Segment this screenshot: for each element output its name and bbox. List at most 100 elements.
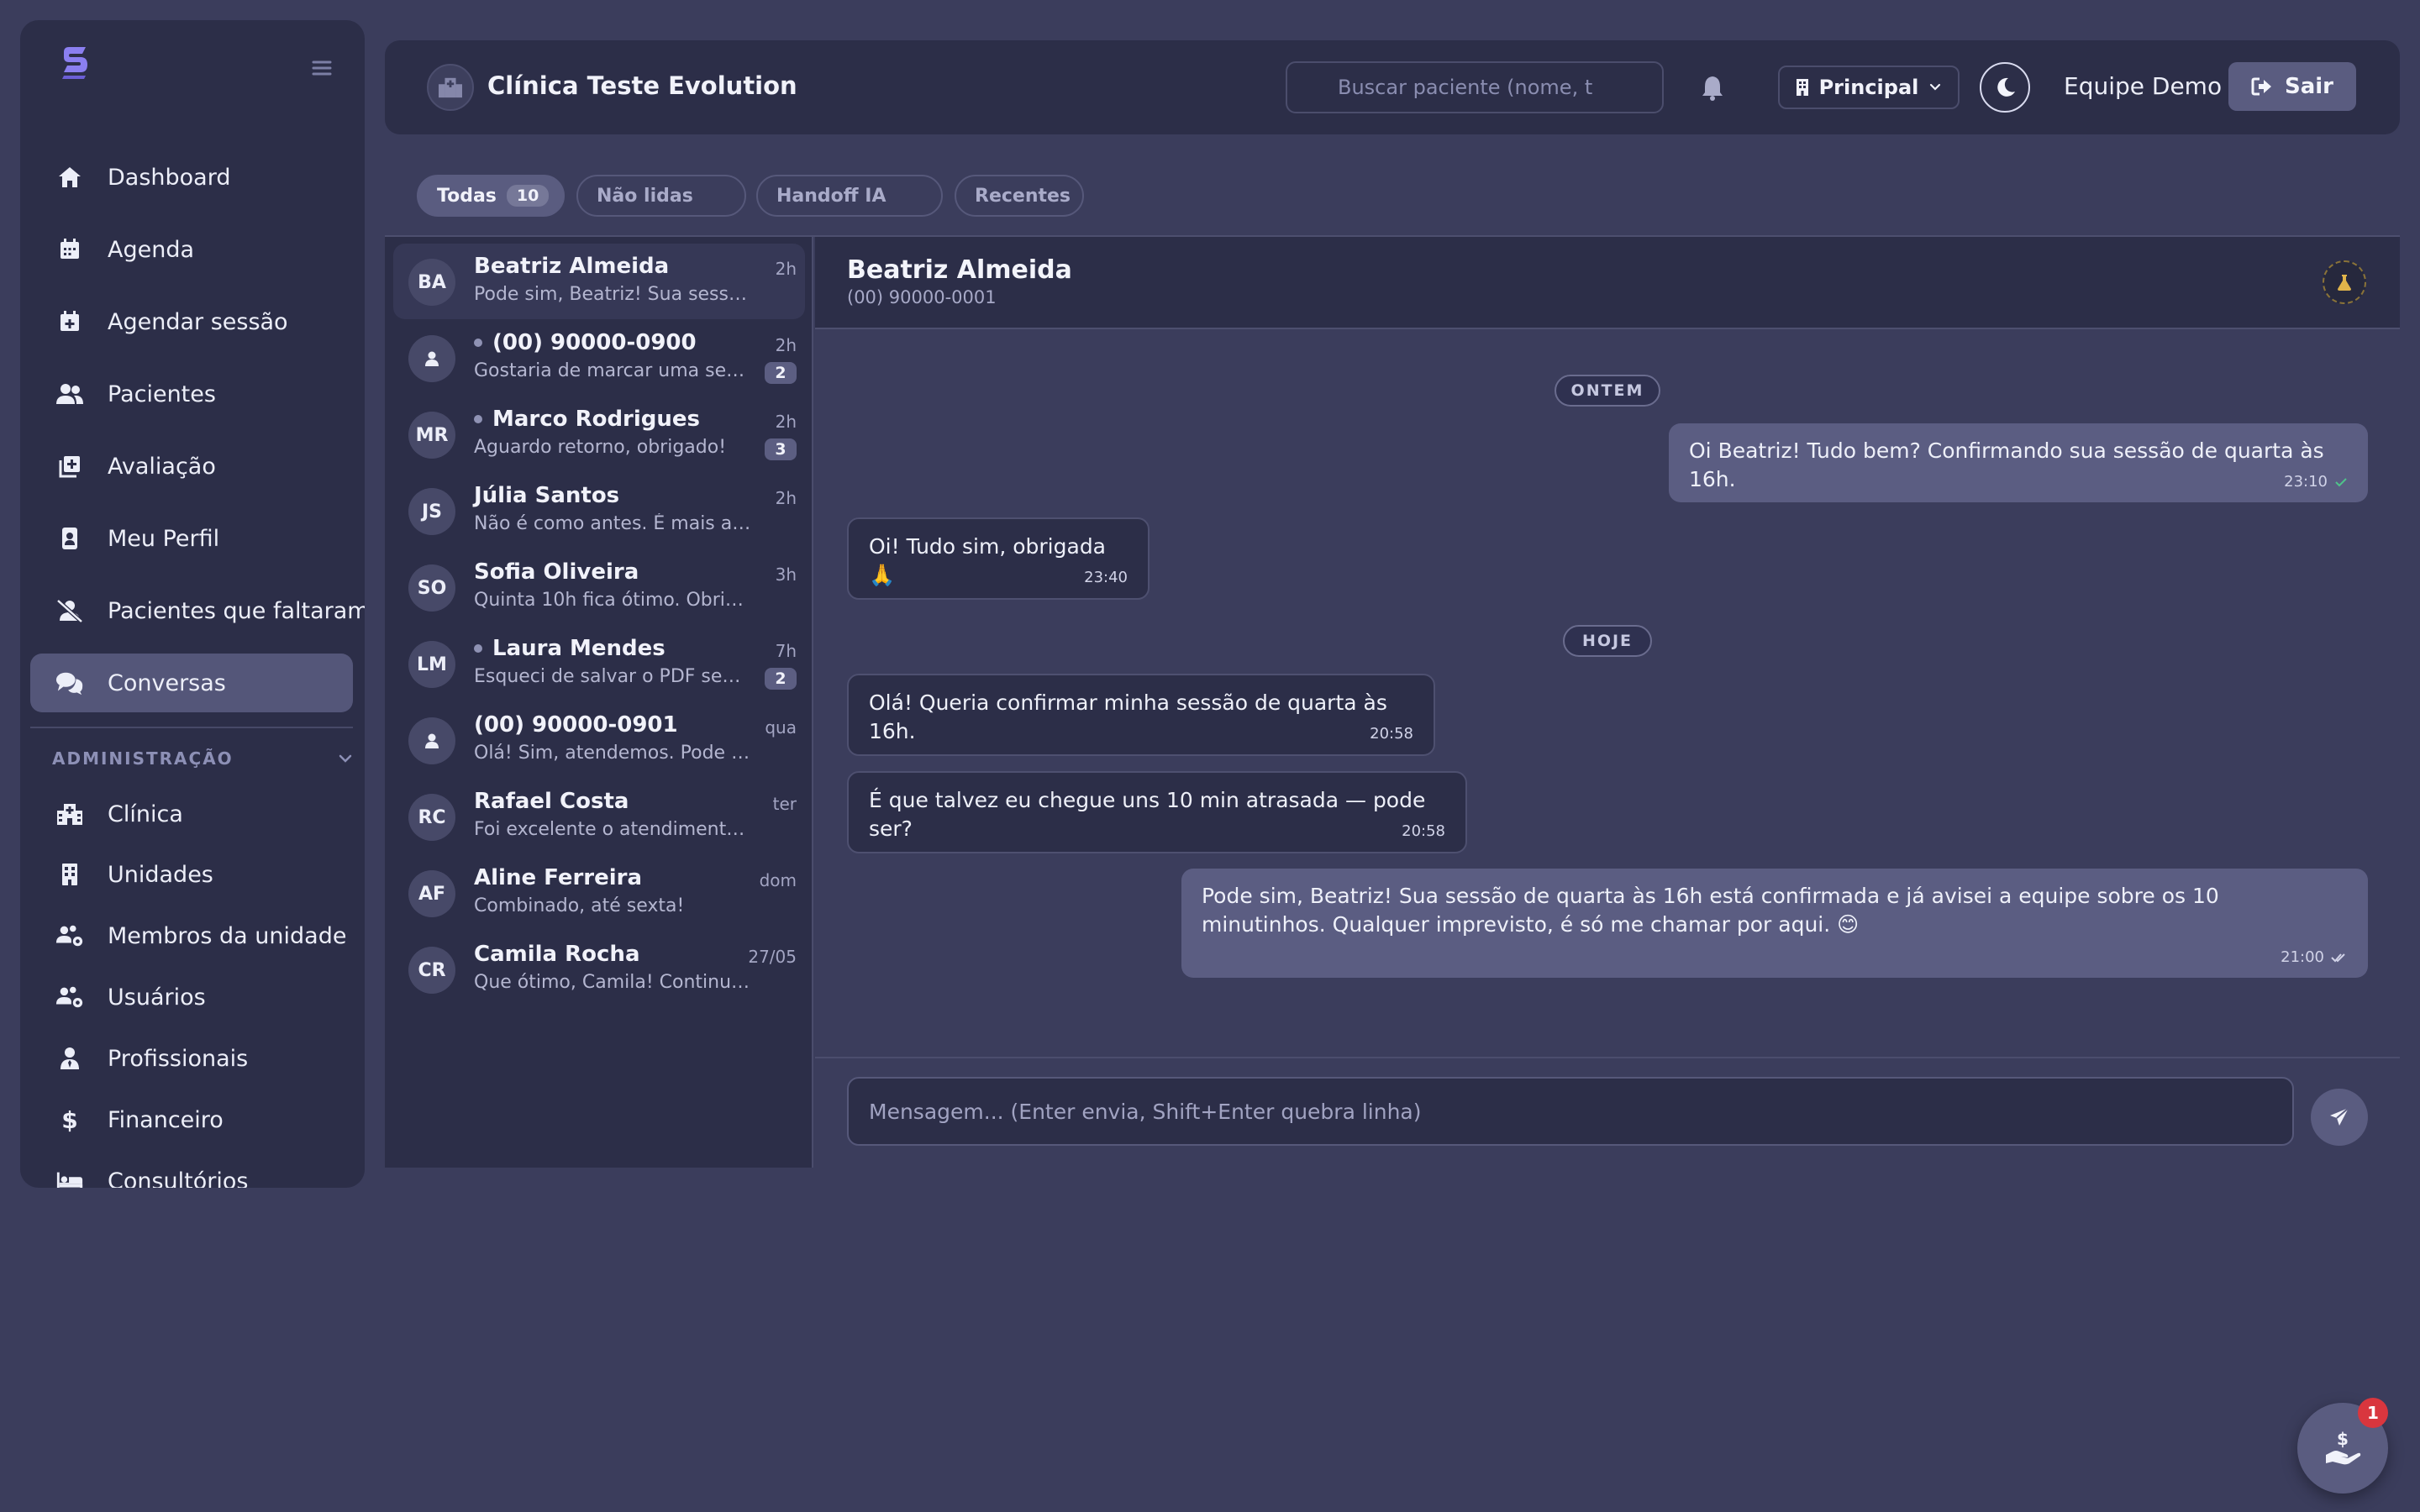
dark-mode-toggle[interactable] bbox=[1980, 62, 2030, 113]
unread-count-badge: 2 bbox=[765, 668, 797, 690]
avatar: AF bbox=[408, 870, 455, 917]
unread-count-badge: 3 bbox=[765, 438, 797, 460]
filter-count-badge: 10 bbox=[506, 185, 550, 207]
nav-item-consultorios[interactable]: Consultórios bbox=[30, 1152, 353, 1188]
sidebar-divider bbox=[30, 727, 353, 728]
filter-nao-lidas[interactable]: Não lidas bbox=[576, 175, 746, 217]
filter-todas[interactable]: Todas 10 bbox=[417, 175, 565, 217]
unit-selector[interactable]: Principal bbox=[1778, 66, 1960, 109]
conversation-item[interactable]: SO Sofia Oliveira Quinta 10h fica ótimo.… bbox=[393, 549, 805, 625]
notifications-bell-icon[interactable] bbox=[1697, 72, 1728, 102]
conversation-item[interactable]: MR Marco Rodrigues Aguardo retorno, obri… bbox=[393, 396, 805, 472]
avatar: MR bbox=[408, 412, 455, 459]
conversation-preview: Que ótimo, Camila! Continue assim bbox=[474, 972, 751, 993]
paper-plane-icon bbox=[2328, 1105, 2351, 1129]
check-icon bbox=[2334, 476, 2348, 488]
chat-icon bbox=[55, 669, 84, 697]
conversation-item[interactable]: BA Beatriz Almeida Pode sim, Beatriz! Su… bbox=[393, 244, 805, 319]
users-gear-icon bbox=[55, 921, 84, 950]
nav-item-unidades[interactable]: Unidades bbox=[30, 845, 353, 904]
nav-item-agendar-sessao[interactable]: Agendar sessão bbox=[30, 292, 353, 351]
clinic-name: Clínica Teste Evolution bbox=[487, 71, 797, 100]
message-text: Oi Beatriz! Tudo bem? Confirmando sua se… bbox=[1689, 438, 2324, 491]
user-name: Equipe Demo bbox=[2064, 72, 2223, 100]
logout-button[interactable]: Sair bbox=[2228, 62, 2356, 111]
conversation-preview: Aguardo retorno, obrigado! bbox=[474, 437, 727, 458]
conversation-item[interactable]: (00) 90000-0900 Gostaria de marcar uma s… bbox=[393, 320, 805, 396]
conversation-item[interactable]: LM Laura Mendes Esqueci de salvar o PDF … bbox=[393, 626, 805, 701]
avatar: BA bbox=[408, 259, 455, 306]
unread-dot bbox=[474, 339, 482, 347]
conversation-preview: Esqueci de salvar o PDF sem querer bbox=[474, 666, 751, 687]
date-label: ONTEM bbox=[1570, 381, 1644, 400]
nav-item-conversas[interactable]: Conversas bbox=[30, 654, 353, 712]
message-incoming: Olá! Queria confirmar minha sessão de qu… bbox=[847, 674, 1435, 756]
avatar: LM bbox=[408, 641, 455, 688]
admin-section-toggle[interactable]: ADMINISTRAÇÃO bbox=[52, 744, 355, 773]
nav-item-pacientes[interactable]: Pacientes bbox=[30, 365, 353, 423]
chevron-down-icon bbox=[1927, 79, 1944, 96]
hospital-icon bbox=[55, 800, 84, 828]
conversation-preview: Combinado, até sexta! bbox=[474, 895, 685, 916]
conversation-name: Júlia Santos bbox=[474, 483, 620, 508]
nav-item-financeiro[interactable]: $ Financeiro bbox=[30, 1090, 353, 1149]
patient-search-input[interactable] bbox=[1286, 61, 1664, 113]
conversation-item[interactable]: AF Aline Ferreira Combinado, até sexta! … bbox=[393, 855, 805, 931]
chat-header: Beatriz Almeida (00) 90000-0001 bbox=[815, 237, 2400, 329]
nav-item-profissionais[interactable]: Profissionais bbox=[30, 1029, 353, 1088]
nav-item-agenda[interactable]: Agenda bbox=[30, 220, 353, 279]
conversation-time: 7h bbox=[775, 641, 797, 661]
calendar-plus-icon bbox=[55, 307, 84, 336]
chat-contact-phone: (00) 90000-0001 bbox=[847, 287, 997, 307]
flask-icon[interactable] bbox=[2323, 260, 2366, 304]
conversation-name: Laura Mendes bbox=[474, 636, 666, 661]
top-bar: Clínica Teste Evolution Principal Equipe… bbox=[385, 40, 2400, 134]
nav-item-avaliacao[interactable]: Avaliação bbox=[30, 437, 353, 496]
conversation-item[interactable]: RC Rafael Costa Foi excelente o atendime… bbox=[393, 779, 805, 854]
send-button[interactable] bbox=[2311, 1089, 2368, 1146]
nav-label: Usuários bbox=[108, 984, 206, 1011]
menu-toggle-icon[interactable] bbox=[308, 54, 336, 82]
conversation-item[interactable]: JS Júlia Santos Não é como antes. É mais… bbox=[393, 473, 805, 549]
nav-item-membros-unidade[interactable]: Membros da unidade bbox=[30, 906, 353, 965]
users-icon bbox=[55, 380, 84, 408]
conversation-item[interactable]: CR Camila Rocha Que ótimo, Camila! Conti… bbox=[393, 932, 805, 1007]
filter-label: Não lidas bbox=[597, 185, 693, 207]
clipboard-plus-icon bbox=[55, 452, 84, 480]
conversation-preview: Olá! Sim, atendemos. Pode me passar bbox=[474, 743, 751, 764]
conversation-preview: Gostaria de marcar uma sessão bbox=[474, 360, 751, 381]
chat-contact-name: Beatriz Almeida bbox=[847, 255, 1072, 285]
nav-item-pacientes-faltaram[interactable]: Pacientes que faltaram bbox=[30, 581, 365, 640]
nav-item-usuarios[interactable]: Usuários bbox=[30, 968, 353, 1026]
conversation-time: 27/05 bbox=[748, 947, 797, 967]
avatar: CR bbox=[408, 947, 455, 994]
conversation-time: qua bbox=[765, 717, 797, 738]
nav-label: Financeiro bbox=[108, 1106, 224, 1133]
building-icon bbox=[1794, 78, 1811, 97]
user-avatar-icon bbox=[408, 717, 455, 764]
date-separator: HOJE bbox=[1563, 625, 1652, 657]
nav-label: Unidades bbox=[108, 861, 213, 888]
nav-label: Avaliação bbox=[108, 453, 216, 480]
unread-dot bbox=[474, 644, 482, 653]
nav-label: Meu Perfil bbox=[108, 525, 220, 552]
filter-recentes[interactable]: Recentes bbox=[955, 175, 1084, 217]
nav-item-meu-perfil[interactable]: Meu Perfil bbox=[30, 509, 353, 568]
message-time: 20:58 bbox=[1402, 822, 1445, 840]
conversation-item[interactable]: (00) 90000-0901 Olá! Sim, atendemos. Pod… bbox=[393, 702, 805, 778]
avatar: RC bbox=[408, 794, 455, 841]
nav-label: Clínica bbox=[108, 801, 183, 827]
user-avatar-icon bbox=[408, 335, 455, 382]
app-logo-icon[interactable] bbox=[52, 42, 99, 84]
filter-handoff-ia[interactable]: Handoff IA bbox=[756, 175, 943, 217]
message-input[interactable] bbox=[847, 1077, 2294, 1146]
nav-item-dashboard[interactable]: Dashboard bbox=[30, 148, 353, 207]
hand-dollar-icon: $ bbox=[2321, 1426, 2365, 1470]
logout-label: Sair bbox=[2284, 74, 2333, 99]
unit-label: Principal bbox=[1818, 76, 1919, 99]
nav-item-clinica[interactable]: Clínica bbox=[30, 785, 353, 843]
moon-icon bbox=[1992, 75, 2018, 100]
conversation-time: 2h bbox=[775, 488, 797, 508]
unread-count-badge: 2 bbox=[765, 362, 797, 384]
conversation-preview: Quinta 10h fica ótimo. Obrigada! bbox=[474, 590, 751, 611]
